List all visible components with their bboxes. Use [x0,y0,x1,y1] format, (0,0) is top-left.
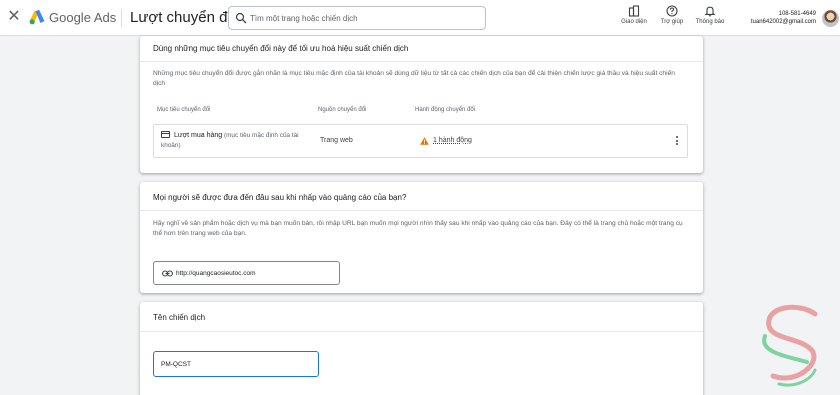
search-input[interactable] [250,10,480,26]
appearance-icon [628,5,640,17]
goals-card-description: Những mục tiêu chuyển đổi được gắn nhãn … [153,70,675,87]
account-email: tuan642002@gmail.com [750,19,816,25]
help-button[interactable]: Trợ giúp [652,5,692,25]
goal-cell: Lượt mua hàng (mục tiêu mặc định của tài… [161,131,311,151]
goal-name: Lượt mua hàng [174,132,223,139]
watermark-logo [762,304,818,387]
column-header-action: Hành động chuyển đổi [415,107,476,113]
app-name: Google Ads [49,10,117,25]
appearance-button[interactable]: Giao diện [614,5,654,25]
name-card-title: Tên chiến dịch [153,313,206,322]
help-icon [666,5,678,17]
column-header-source: Nguồn chuyển đổi [318,107,367,113]
campaign-name-card: Tên chiến dịch [140,302,703,395]
campaign-name-field[interactable] [153,351,319,377]
url-card-title: Mọi người sẽ được đưa đến đâu sau khi nh… [153,193,407,202]
account-id: 108-581-4649 [778,11,816,17]
goals-card-divider [140,61,703,62]
column-header-goal: Mục tiêu chuyển đổi [157,107,211,113]
more-options-icon[interactable] [673,135,681,147]
url-field[interactable] [153,261,340,285]
search-box[interactable] [228,6,486,30]
url-card-description: Hãy nghĩ về sản phẩm hoặc dịch vụ mà bạn… [153,220,683,237]
goals-card-title: Dùng những mục tiêu chuyển đổi này để tố… [153,44,409,53]
campaign-name-input[interactable] [161,357,311,371]
account-info[interactable]: 108-581-4649 tuan642002@gmail.com [730,10,816,26]
url-card-divider [140,210,703,211]
page-title: Lượt chuyển đổi [130,9,240,26]
header-divider [121,9,122,27]
name-card-divider [140,331,703,332]
goal-row: Lượt mua hàng (mục tiêu mặc định của tài… [153,124,688,158]
bell-icon [704,6,716,17]
goal-action-link[interactable]: 1 hành động [433,137,472,144]
warning-icon [420,137,429,145]
appearance-label: Giao diện [621,19,647,25]
search-icon [235,12,247,24]
help-label: Trợ giúp [660,19,684,25]
notifications-label: Thông báo [695,19,725,25]
notifications-button[interactable]: Thông báo [690,5,730,25]
conversion-goals-card: Dùng những mục tiêu chuyển đổi này để tố… [140,36,703,173]
final-url-card: Mọi người sẽ được đưa đến đâu sau khi nh… [140,182,703,293]
link-icon [162,270,173,277]
top-bar: ✕ Google Ads Lượt chuyển đổi Giao diện T… [0,0,840,36]
avatar[interactable] [822,10,839,27]
goal-source: Trang web [320,137,353,144]
url-input[interactable] [176,266,336,280]
google-ads-logo-icon [29,9,45,25]
close-icon[interactable]: ✕ [6,9,22,25]
